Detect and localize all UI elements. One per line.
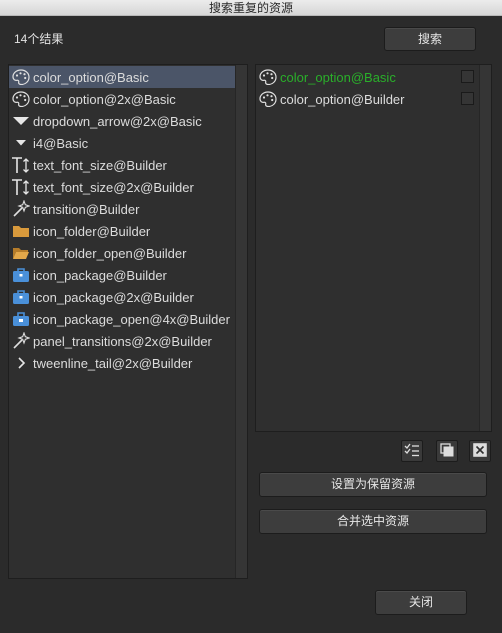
palette-icon: [258, 67, 278, 87]
folder-open-icon: [11, 243, 31, 263]
small-triangle-down-icon: [11, 133, 31, 153]
asset-label: color_option@2x@Basic: [33, 91, 176, 107]
chevron-right-icon: [11, 353, 31, 373]
asset-label: icon_package@Builder: [33, 267, 167, 283]
palette-icon: [11, 67, 31, 87]
asset-label: text_font_size@Builder: [33, 157, 167, 173]
asset-label: panel_transitions@2x@Builder: [33, 333, 212, 349]
asset-list-item[interactable]: tweenline_tail@2x@Builder: [9, 352, 235, 374]
asset-list-item[interactable]: text_font_size@2x@Builder: [9, 176, 235, 198]
asset-label: icon_folder@Builder: [33, 223, 151, 239]
copy-icon: [440, 442, 454, 460]
copy-button[interactable]: [436, 440, 458, 462]
set-keep-button[interactable]: 设置为保留资源: [259, 472, 487, 497]
magic-wand-icon: [11, 331, 31, 351]
asset-label: tweenline_tail@2x@Builder: [33, 355, 193, 371]
asset-list-item[interactable]: icon_package_open@4x@Builder: [9, 308, 235, 330]
select-all-button[interactable]: [401, 440, 423, 462]
asset-list-item[interactable]: i4@Basic: [9, 132, 235, 154]
asset-label: text_font_size@2x@Builder: [33, 179, 194, 195]
asset-list-item[interactable]: text_font_size@Builder: [9, 154, 235, 176]
asset-label: icon_folder_open@Builder: [33, 245, 187, 261]
asset-list-item[interactable]: icon_package@2x@Builder: [9, 286, 235, 308]
magic-wand-icon: [11, 199, 31, 219]
package-icon: [11, 265, 31, 285]
asset-list-item[interactable]: color_option@2x@Basic: [9, 88, 235, 110]
asset-list-item[interactable]: icon_folder_open@Builder: [9, 242, 235, 264]
search-button[interactable]: 搜索: [384, 27, 476, 51]
close-box-icon: [473, 442, 487, 460]
package-open-icon: [11, 309, 31, 329]
close-button[interactable]: 关闭: [375, 590, 467, 615]
triangle-down-icon: [11, 111, 31, 131]
asset-label: icon_package@2x@Builder: [33, 289, 194, 305]
duplicate-list-item[interactable]: color_option@Basic: [256, 66, 478, 88]
clear-button[interactable]: [469, 440, 491, 462]
folder-icon: [11, 221, 31, 241]
asset-list-item[interactable]: dropdown_arrow@2x@Basic: [9, 110, 235, 132]
asset-label: i4@Basic: [33, 135, 89, 151]
asset-list-item[interactable]: panel_transitions@2x@Builder: [9, 330, 235, 352]
asset-label: transition@Builder: [33, 201, 140, 217]
asset-label: icon_package_open@4x@Builder: [33, 311, 230, 327]
duplicate-list-item[interactable]: color_option@Builder: [256, 88, 478, 110]
duplicate-label: color_option@Builder: [280, 91, 405, 107]
merge-selected-button[interactable]: 合并选中资源: [259, 509, 487, 534]
checklist-icon: [404, 443, 420, 460]
asset-list-item[interactable]: color_option@Basic: [9, 66, 235, 88]
package-icon: [11, 287, 31, 307]
duplicate-label: color_option@Basic: [280, 69, 396, 85]
palette-icon: [258, 89, 278, 109]
duplicate-checkbox[interactable]: [461, 70, 474, 83]
window-title: 搜索重复的资源: [0, 0, 502, 16]
asset-list-item[interactable]: transition@Builder: [9, 198, 235, 220]
duplicate-checkbox[interactable]: [461, 92, 474, 105]
asset-list-item[interactable]: icon_folder@Builder: [9, 220, 235, 242]
text-size-icon: [11, 177, 31, 197]
palette-icon: [11, 89, 31, 109]
asset-list-scrollbar[interactable]: [235, 65, 247, 578]
asset-list-item[interactable]: icon_package@Builder: [9, 264, 235, 286]
asset-label: dropdown_arrow@2x@Basic: [33, 113, 202, 129]
asset-label: color_option@Basic: [33, 69, 149, 85]
result-count: 14个结果: [14, 32, 64, 46]
text-size-icon: [11, 155, 31, 175]
duplicate-list-scrollbar[interactable]: [479, 65, 491, 431]
duplicate-list[interactable]: color_option@Basic color_option@Builder: [255, 64, 492, 432]
asset-list[interactable]: color_option@Basic color_option@2x@Basicd…: [8, 64, 248, 579]
